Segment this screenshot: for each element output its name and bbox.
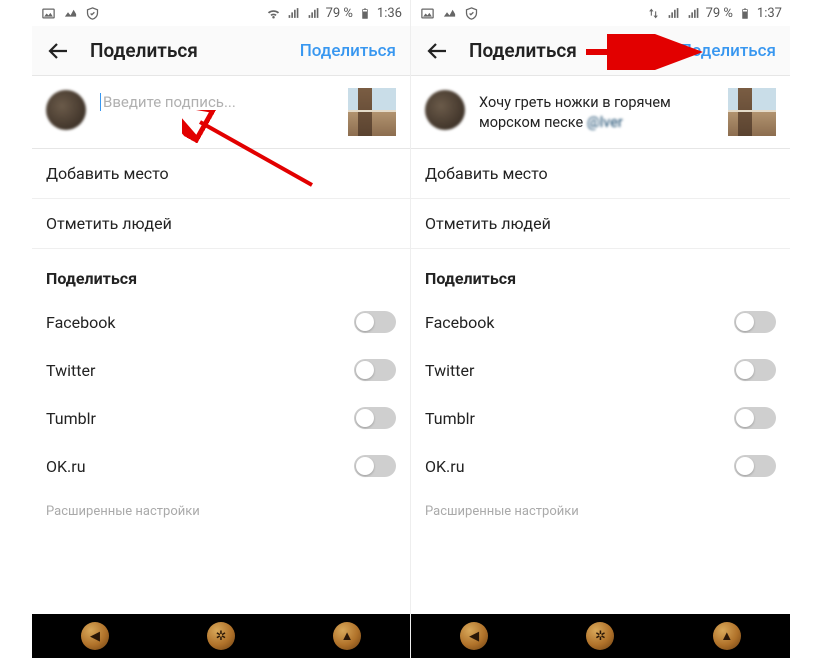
updown-icon bbox=[646, 5, 662, 21]
caption-placeholder: Введите подпись... bbox=[100, 93, 236, 111]
chart-icon bbox=[441, 5, 457, 21]
share-twitter: Twitter bbox=[32, 346, 410, 394]
share-okru: OK.ru bbox=[32, 442, 410, 490]
nav-back-button[interactable]: ◀ bbox=[460, 622, 488, 650]
image-icon bbox=[419, 5, 435, 21]
share-service-label: Twitter bbox=[46, 361, 95, 380]
app-bar: Поделиться Поделиться bbox=[411, 26, 790, 76]
page-title: Поделиться bbox=[90, 39, 300, 62]
status-bar: 79 % 1:36 bbox=[32, 0, 410, 26]
caption-input[interactable]: Введите подпись... bbox=[100, 88, 338, 112]
chart-icon bbox=[62, 5, 78, 21]
toggle-tumblr[interactable] bbox=[734, 407, 776, 429]
caption-row: Введите подпись... bbox=[32, 76, 410, 148]
share-twitter: Twitter bbox=[411, 346, 790, 394]
post-thumbnail[interactable] bbox=[728, 88, 776, 136]
signal-icon bbox=[306, 5, 322, 21]
image-icon bbox=[40, 5, 56, 21]
share-facebook: Facebook bbox=[32, 298, 410, 346]
wifi-icon bbox=[266, 5, 282, 21]
toggle-twitter[interactable] bbox=[734, 359, 776, 381]
toggle-facebook[interactable] bbox=[354, 311, 396, 333]
caption-row: Хочу греть ножки в горячем морском песке… bbox=[411, 76, 790, 148]
share-service-label: Tumblr bbox=[425, 409, 475, 428]
caption-mention: @lver bbox=[587, 114, 623, 131]
share-tumblr: Tumblr bbox=[411, 394, 790, 442]
post-thumbnail[interactable] bbox=[348, 88, 396, 136]
share-service-label: OK.ru bbox=[46, 457, 86, 476]
share-action[interactable]: Поделиться bbox=[680, 41, 776, 61]
share-service-label: Facebook bbox=[425, 313, 494, 332]
share-facebook: Facebook bbox=[411, 298, 790, 346]
nav-recent-button[interactable]: ▲ bbox=[333, 622, 361, 650]
share-service-label: Tumblr bbox=[46, 409, 96, 428]
page-title: Поделиться bbox=[469, 39, 680, 62]
tag-people-row[interactable]: Отметить людей bbox=[32, 199, 410, 249]
advanced-settings[interactable]: Расширенные настройки bbox=[32, 490, 410, 519]
avatar bbox=[425, 90, 465, 130]
add-location-row[interactable]: Добавить место bbox=[411, 149, 790, 199]
phone-left: 79 % 1:36 Поделиться Поделиться Введите … bbox=[32, 0, 411, 658]
caption-text: Хочу греть ножки в горячем морском песке… bbox=[479, 94, 671, 131]
signal-icon bbox=[686, 5, 702, 21]
toggle-okru[interactable] bbox=[354, 455, 396, 477]
phone-right: 79 % 1:37 Поделиться Поделиться Хочу гре… bbox=[411, 0, 790, 658]
signal-icon bbox=[666, 5, 682, 21]
share-tumblr: Tumblr bbox=[32, 394, 410, 442]
share-service-label: Facebook bbox=[46, 313, 115, 332]
nav-bar: ◀ ✲ ▲ bbox=[411, 614, 790, 658]
share-service-label: Twitter bbox=[425, 361, 474, 380]
clock-text: 1:36 bbox=[377, 6, 402, 21]
signal-icon bbox=[286, 5, 302, 21]
nav-back-button[interactable]: ◀ bbox=[81, 622, 109, 650]
avatar bbox=[46, 90, 86, 130]
tag-people-row[interactable]: Отметить людей bbox=[411, 199, 790, 249]
toggle-tumblr[interactable] bbox=[354, 407, 396, 429]
back-button[interactable] bbox=[46, 38, 72, 64]
nav-bar: ◀ ✲ ▲ bbox=[32, 614, 410, 658]
nav-recent-button[interactable]: ▲ bbox=[713, 622, 741, 650]
toggle-twitter[interactable] bbox=[354, 359, 396, 381]
share-action[interactable]: Поделиться bbox=[300, 41, 396, 61]
add-location-row[interactable]: Добавить место bbox=[32, 149, 410, 199]
battery-icon bbox=[357, 5, 373, 21]
share-section-title: Поделиться bbox=[411, 249, 790, 298]
share-okru: OK.ru bbox=[411, 442, 790, 490]
toggle-facebook[interactable] bbox=[734, 311, 776, 333]
share-section-title: Поделиться bbox=[32, 249, 410, 298]
battery-text: 79 % bbox=[326, 6, 353, 21]
toggle-okru[interactable] bbox=[734, 455, 776, 477]
back-button[interactable] bbox=[425, 38, 451, 64]
nav-home-button[interactable]: ✲ bbox=[207, 622, 235, 650]
shield-icon bbox=[84, 5, 100, 21]
app-bar: Поделиться Поделиться bbox=[32, 26, 410, 76]
nav-home-button[interactable]: ✲ bbox=[586, 622, 614, 650]
status-bar: 79 % 1:37 bbox=[411, 0, 790, 26]
battery-icon bbox=[737, 5, 753, 21]
clock-text: 1:37 bbox=[757, 6, 782, 21]
shield-icon bbox=[463, 5, 479, 21]
battery-text: 79 % bbox=[706, 6, 733, 21]
share-service-label: OK.ru bbox=[425, 457, 465, 476]
caption-input[interactable]: Хочу греть ножки в горячем морском песке… bbox=[479, 88, 718, 132]
advanced-settings[interactable]: Расширенные настройки bbox=[411, 490, 790, 519]
